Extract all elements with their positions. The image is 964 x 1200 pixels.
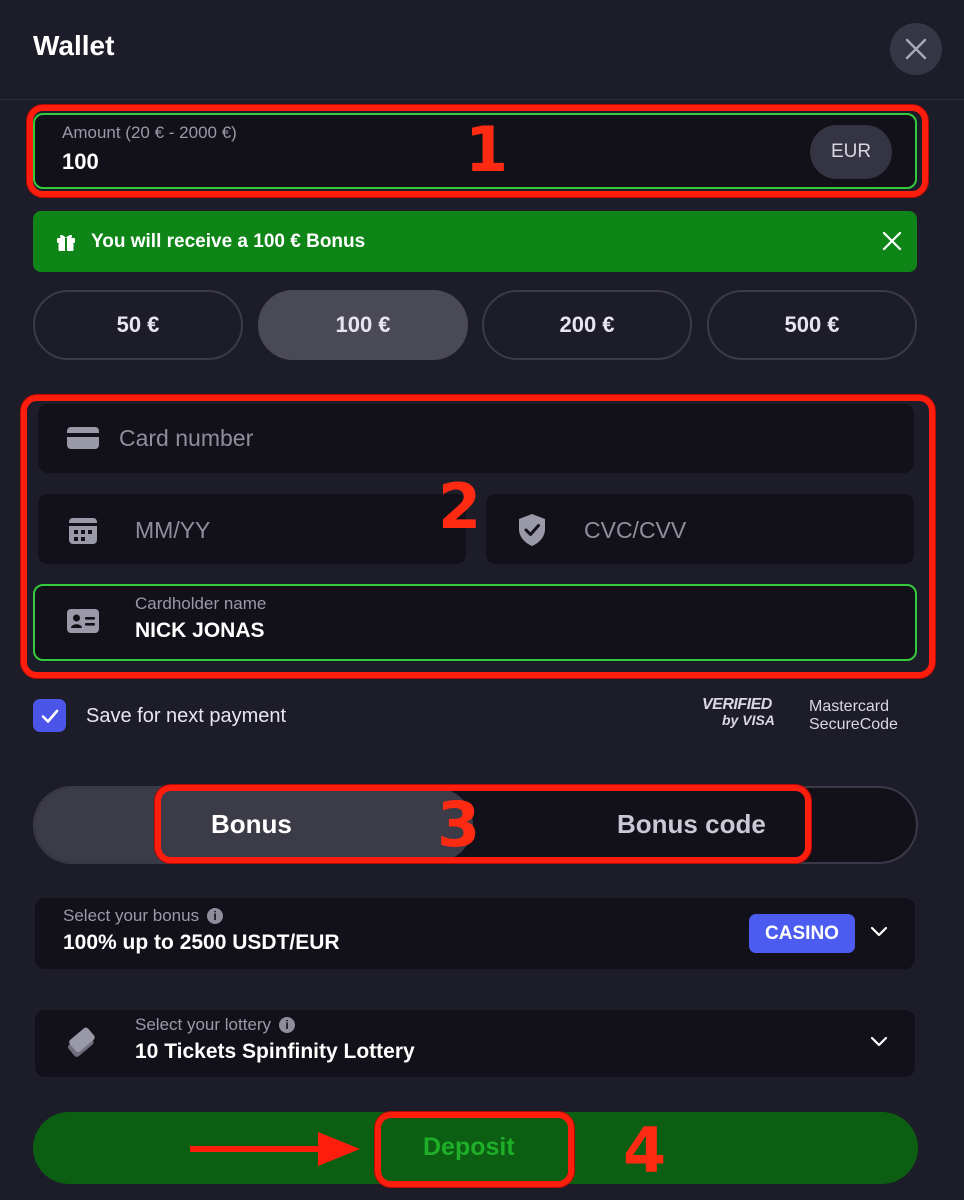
mastercard-line1: Mastercard — [809, 698, 890, 715]
annotation-box-tabs — [155, 785, 811, 863]
save-payment-checkbox[interactable] — [33, 699, 66, 732]
preset-500-button[interactable]: 500 € — [707, 290, 917, 360]
lottery-select-value: 10 Tickets Spinfinity Lottery — [135, 1040, 415, 1063]
chevron-down-icon[interactable] — [869, 1035, 889, 1049]
bonus-banner-text: You will receive a 100 € Bonus — [91, 230, 366, 252]
preset-50-button[interactable]: 50 € — [33, 290, 243, 360]
mastercard-securecode-logo: Mastercard SecureCode — [809, 698, 898, 734]
annotation-number-2: 2 — [438, 470, 482, 543]
save-payment-label: Save for next payment — [86, 705, 287, 727]
bonus-select-value: 100% up to 2500 USDT/EUR — [63, 931, 340, 954]
info-icon[interactable]: i — [279, 1017, 296, 1033]
preset-100-button[interactable]: 100 € — [258, 290, 468, 360]
close-icon — [905, 38, 927, 60]
verified-by-visa-line2: by VISA — [722, 712, 775, 728]
annotation-number-4: 4 — [623, 1114, 667, 1187]
lottery-select-label-text: Select your lottery — [135, 1015, 272, 1034]
preset-200-button[interactable]: 200 € — [482, 290, 692, 360]
bonus-banner: You will receive a 100 € Bonus — [33, 211, 917, 272]
lottery-select-label: Select your lottery i — [135, 1015, 296, 1035]
wallet-header — [0, 0, 964, 100]
annotation-box-deposit — [375, 1112, 574, 1187]
chevron-down-icon[interactable] — [869, 925, 889, 939]
casino-badge: CASINO — [749, 914, 855, 953]
annotation-number-3: 3 — [437, 788, 481, 861]
tickets-icon — [68, 1027, 95, 1057]
close-button[interactable] — [890, 23, 942, 75]
info-icon[interactable]: i — [207, 908, 224, 924]
gift-icon — [57, 234, 75, 251]
bonus-select-label: Select your bonus i — [63, 906, 224, 926]
arrow-right-icon — [190, 1132, 360, 1166]
verified-by-visa-logo: VERIFIED by VISA — [702, 696, 782, 740]
close-icon[interactable] — [881, 230, 903, 252]
bonus-select-label-text: Select your bonus — [63, 906, 200, 925]
mastercard-line2: SecureCode — [809, 716, 898, 733]
annotation-number-1: 1 — [465, 113, 509, 186]
checkmark-icon — [41, 709, 58, 723]
page-title: Wallet — [33, 30, 115, 61]
